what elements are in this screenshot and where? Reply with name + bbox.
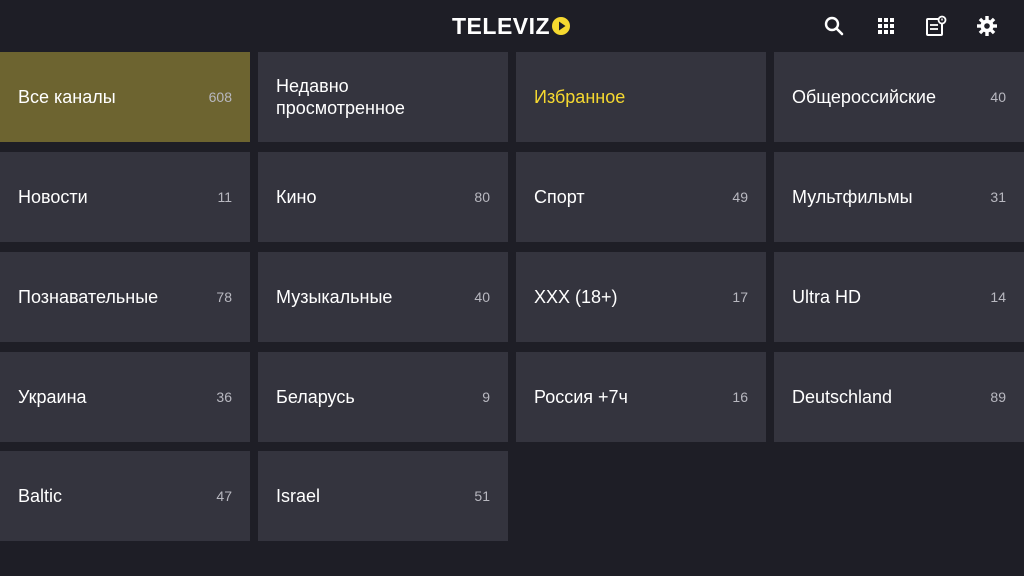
tile-count: 47 (216, 488, 232, 504)
tile-label: Кино (276, 187, 317, 207)
tile-count: 36 (216, 389, 232, 405)
search-icon[interactable] (821, 13, 847, 39)
tile-label: Познавательные (18, 287, 159, 307)
tile-label: Новости (18, 187, 88, 207)
category-tile-deutschland[interactable]: Deutschland 89 (774, 352, 1024, 442)
top-bar: TELEVIZ (0, 0, 1024, 52)
tile-label: Беларусь (276, 387, 355, 407)
category-tile-ultrahd[interactable]: Ultra HD 14 (774, 252, 1024, 342)
tile-label: Спорт (534, 187, 585, 207)
category-tile-news[interactable]: Новости 11 (0, 152, 250, 242)
category-tile-belarus[interactable]: Беларусь 9 (258, 352, 508, 442)
tile-count: 51 (474, 488, 490, 504)
tile-count: 17 (732, 289, 748, 305)
tile-count: 9 (482, 389, 490, 405)
gear-icon[interactable] (974, 13, 1000, 39)
tile-label: XXX (18+) (534, 287, 618, 307)
tile-label: Deutschland (792, 387, 893, 407)
tile-count: 40 (474, 289, 490, 305)
category-tile-cartoons[interactable]: Мультфильмы 31 (774, 152, 1024, 242)
epg-icon[interactable] (923, 13, 949, 39)
grid-icon[interactable] (873, 13, 899, 39)
tile-label: Общероссийские (792, 87, 936, 107)
category-tile-music[interactable]: Музыкальные 40 (258, 252, 508, 342)
category-tile-recent[interactable]: Недавно просмотренное (258, 52, 508, 142)
tile-count: 40 (990, 89, 1006, 105)
tile-count: 80 (474, 189, 490, 205)
category-tile-educational[interactable]: Познавательные 78 (0, 252, 250, 342)
category-tile-ukraine[interactable]: Украина 36 (0, 352, 250, 442)
category-tile-israel[interactable]: Israel 51 (258, 451, 508, 541)
tile-count: 16 (732, 389, 748, 405)
tile-label: Украина (18, 387, 87, 407)
category-tile-russia-plus7[interactable]: Россия +7ч 16 (516, 352, 766, 442)
tile-count: 31 (990, 189, 1006, 205)
tile-count: 89 (990, 389, 1006, 405)
category-tile-adult[interactable]: XXX (18+) 17 (516, 252, 766, 342)
category-tile-baltic[interactable]: Baltic 47 (0, 451, 250, 541)
tile-label: Музыкальные (276, 287, 393, 307)
category-tile-sport[interactable]: Спорт 49 (516, 152, 766, 242)
tile-label: Мультфильмы (792, 187, 913, 207)
category-tile-favorites[interactable]: Избранное (516, 52, 766, 142)
tile-label: Недавно просмотренное (276, 76, 405, 118)
televizo-logo: TELEVIZ (452, 12, 571, 40)
tile-label: Все каналы (18, 87, 116, 107)
tile-count: 78 (216, 289, 232, 305)
logo-play-icon (552, 17, 571, 35)
category-tile-all[interactable]: Все каналы 608 (0, 52, 250, 142)
tile-count: 11 (217, 189, 232, 205)
tile-label: Baltic (18, 486, 63, 506)
tile-count: 608 (208, 89, 232, 105)
tile-label: Israel (276, 486, 321, 506)
tile-count: 49 (732, 189, 748, 205)
tile-label: Россия +7ч (534, 387, 628, 407)
category-tile-federal[interactable]: Общероссийские 40 (774, 52, 1024, 142)
logo-text: TELEVIZ (452, 13, 551, 39)
tile-label: Ultra HD (792, 287, 862, 307)
tile-count: 14 (990, 289, 1006, 305)
tile-label: Избранное (534, 87, 626, 107)
category-tile-movies[interactable]: Кино 80 (258, 152, 508, 242)
